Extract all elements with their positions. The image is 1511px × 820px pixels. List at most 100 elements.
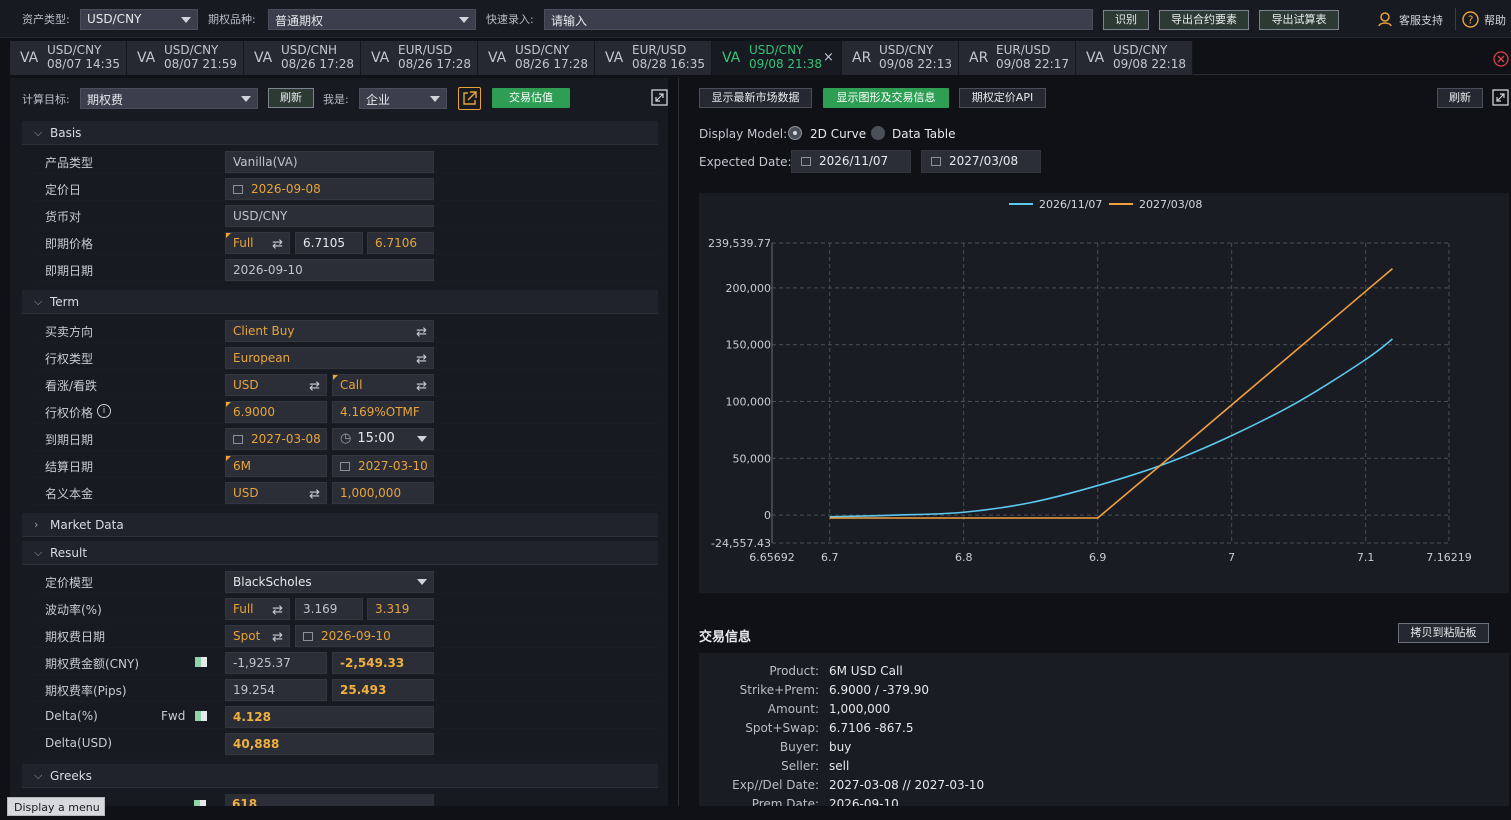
section-market-data[interactable]: › Market Data	[22, 513, 658, 537]
toggle-icon[interactable]	[195, 657, 207, 667]
chevron-right-icon: ›	[34, 518, 39, 531]
copy-clipboard-button[interactable]: 拷贝到粘贴板	[1398, 623, 1489, 643]
asset-type-label: 资产类型:	[22, 13, 70, 26]
trade-info-title: 交易信息	[699, 630, 752, 645]
expand-icon[interactable]	[1492, 89, 1509, 106]
svg-text:?: ?	[1468, 14, 1474, 27]
toggle-icon[interactable]	[194, 800, 206, 806]
tab-7[interactable]: AR USD/CNY 09/08 22:13	[842, 41, 959, 75]
notional-ccy-select[interactable]: USD ⇄	[225, 482, 327, 504]
export-contract-button[interactable]: 导出合约要素	[1159, 10, 1249, 30]
trade-key: Buyer:	[779, 740, 819, 754]
right-refresh-button[interactable]: 刷新	[1437, 88, 1483, 108]
section-term[interactable]: ⌵ Term	[22, 290, 658, 314]
tab-4[interactable]: VA USD/CNY 08/26 17:28	[478, 41, 595, 75]
quick-entry-input[interactable]: 请输入	[544, 9, 1093, 30]
asset-type-value: USD/CNY	[87, 12, 142, 26]
share-icon[interactable]	[458, 87, 481, 110]
expected-date1-value: 2026/11/07	[819, 154, 889, 168]
expiry-time-select[interactable]: ◷ 15:00	[332, 428, 434, 450]
tab-1[interactable]: VA USD/CNY 08/07 21:59	[127, 41, 244, 75]
strike-field[interactable]: 6.9000	[225, 401, 327, 423]
edited-marker	[226, 402, 231, 407]
close-tab-icon[interactable]: ×	[823, 50, 834, 65]
callput-select[interactable]: Call ⇄	[332, 374, 434, 396]
info-icon[interactable]: i	[97, 404, 111, 418]
support-label[interactable]: 客服支持	[1399, 12, 1443, 28]
tab-5[interactable]: VA EUR/USD 08/28 16:35	[595, 41, 712, 75]
callput-ccy-select[interactable]: USD ⇄	[225, 374, 327, 396]
help-icon[interactable]: ?	[1462, 11, 1479, 28]
toggle-icon[interactable]	[195, 711, 207, 721]
greeks-first-field: 618	[225, 794, 434, 806]
tab-type: VA	[20, 50, 39, 66]
trade-eval-button[interactable]: 交易估值	[492, 88, 570, 108]
spot-ask-field[interactable]: 6.7106	[367, 232, 434, 254]
prem-date-mode-select[interactable]: Spot ⇄	[225, 625, 290, 647]
expiry-date-value: 2027-03-08	[251, 432, 321, 446]
direction-value: Client Buy	[233, 324, 295, 338]
section-basis-title: Basis	[50, 126, 82, 140]
notional-field[interactable]: 1,000,000	[332, 482, 434, 504]
tab-3[interactable]: VA EUR/USD 08/26 17:28	[361, 41, 478, 75]
vol-bid-field[interactable]: 3.169	[295, 598, 363, 620]
radio-2d-curve[interactable]	[788, 126, 802, 140]
vol-ask-field[interactable]: 3.319	[367, 598, 434, 620]
chevron-down-icon: ⌵	[34, 546, 43, 559]
tab-0[interactable]: VA USD/CNY 08/07 14:35	[10, 41, 127, 75]
radio-2d-label[interactable]: 2D Curve	[810, 127, 866, 141]
trade-value: buy	[829, 740, 852, 754]
direction-select[interactable]: Client Buy ⇄	[225, 320, 434, 342]
tab-pair: USD/CNY	[164, 43, 219, 57]
tab-6[interactable]: VA USD/CNY 09/08 21:38 ×	[712, 41, 842, 75]
recognize-button[interactable]: 识别	[1103, 10, 1149, 30]
vol-mode-select[interactable]: Full ⇄	[225, 598, 290, 620]
help-label[interactable]: 帮助	[1484, 12, 1506, 28]
exercise-select[interactable]: European ⇄	[225, 347, 434, 369]
expected-date2-field[interactable]: 2027/03/08	[921, 150, 1041, 173]
tab-pair: EUR/USD	[632, 43, 687, 57]
expected-date1-field[interactable]: 2026/11/07	[791, 150, 911, 173]
latest-market-button[interactable]: 显示最新市场数据	[699, 88, 812, 108]
radio-data-table[interactable]	[871, 126, 885, 140]
tab-2[interactable]: VA USD/CNH 08/26 17:28	[244, 41, 361, 75]
tab-time: 08/07 14:35	[47, 57, 120, 71]
iam-select[interactable]: 企业	[359, 88, 447, 109]
x-tick-label: 6.8	[955, 551, 973, 564]
y-tick-label: 150,000	[726, 339, 772, 352]
tab-9[interactable]: VA USD/CNY 09/08 22:18	[1076, 41, 1193, 75]
pricing-date-field[interactable]: 2026-09-08	[225, 178, 434, 200]
calc-target-select[interactable]: 期权费	[80, 88, 258, 109]
expand-icon[interactable]	[651, 89, 668, 106]
spot-bid-field[interactable]: 6.7105	[295, 232, 363, 254]
tab-pair: USD/CNY	[47, 43, 102, 57]
support-icon[interactable]	[1377, 11, 1393, 27]
strike-pct-field[interactable]: 4.169%OTMF	[332, 401, 434, 423]
left-refresh-button[interactable]: 刷新	[268, 88, 314, 108]
settle-date-field[interactable]: 2027-03-10	[332, 455, 434, 477]
api-button[interactable]: 期权定价API	[959, 88, 1046, 108]
section-basis[interactable]: ⌵ Basis	[22, 121, 658, 145]
show-chart-button[interactable]: 显示图形及交易信息	[823, 88, 949, 108]
tab-8[interactable]: AR EUR/USD 09/08 22:17	[959, 41, 1076, 75]
option-kind-select[interactable]: 普通期权	[268, 9, 476, 30]
section-greeks-title: Greeks	[50, 769, 92, 783]
spot-mode-select[interactable]: Full ⇄	[225, 232, 290, 254]
section-greeks[interactable]: ⌵ Greeks	[22, 764, 658, 788]
export-trial-button[interactable]: 导出试算表	[1259, 10, 1339, 30]
tab-pair: EUR/USD	[996, 43, 1051, 57]
tab-time: 09/08 21:38	[749, 57, 822, 71]
y-tick-label: 239,539.77	[708, 237, 771, 250]
close-all-icon[interactable]	[1493, 51, 1509, 67]
asset-type-select[interactable]: USD/CNY	[80, 9, 198, 30]
section-result[interactable]: ⌵ Result	[22, 541, 658, 565]
trade-value: 6.9000 / -379.90	[829, 683, 929, 697]
trade-key: Amount:	[767, 702, 819, 716]
expiry-date-field[interactable]: 2027-03-08	[225, 428, 327, 450]
model-select[interactable]: BlackScholes	[225, 571, 434, 593]
exercise-label: 行权类型	[45, 352, 94, 366]
settle-tenor-field[interactable]: 6M	[225, 455, 327, 477]
radio-table-label[interactable]: Data Table	[892, 127, 956, 141]
trade-value: 2026-09-10	[829, 797, 899, 806]
prem-date-field[interactable]: 2026-09-10	[295, 625, 434, 647]
